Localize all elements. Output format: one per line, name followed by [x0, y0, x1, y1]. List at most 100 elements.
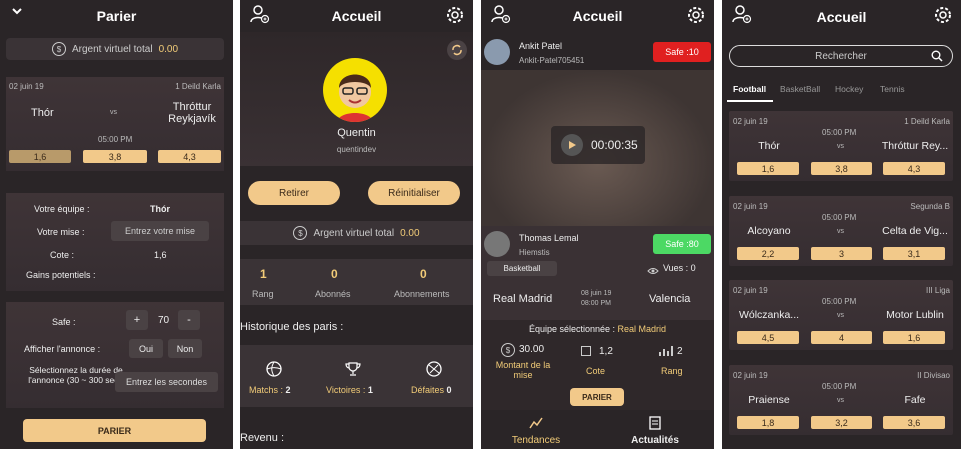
tab-trends[interactable]: Tendances [501, 416, 571, 446]
gear-icon[interactable] [933, 5, 953, 28]
vs-label: vs [110, 109, 117, 116]
away-team: Thróttur Rey... [881, 140, 949, 152]
match-card[interactable]: 02 juin 19 II Divisao 05:00 PM Praiense vs Fa… [729, 365, 953, 435]
match-card[interactable]: 02 juin 19 Segunda B 05:00 PM Alcoyano vs Cel… [729, 196, 953, 266]
add-user-icon[interactable] [250, 4, 270, 27]
odds-home-button[interactable]: 1,6 [737, 162, 799, 175]
match-row: Real Madrid 08 juin 19 08:00 PM Valencia [481, 286, 714, 316]
rank-label: Rang [252, 289, 274, 299]
match-card[interactable]: 02 juin 19 III Liga 05:00 PM Wólczanka... vs… [729, 280, 953, 350]
bet-post-card: Basketball Vues : 0 Real Madrid 08 juin … [481, 260, 714, 410]
match-time: 05:00 PM [822, 128, 857, 137]
tab-hockey[interactable]: Hockey [835, 84, 863, 94]
odds-draw-button[interactable]: 3,2 [811, 416, 872, 429]
odds-label: Cote [586, 366, 606, 376]
home-team: Thór [758, 140, 780, 152]
search-input[interactable]: Rechercher [729, 45, 953, 67]
match-card[interactable]: 02 juin 19 1 Deild Karla Thór vs Thróttu… [6, 77, 224, 171]
withdraw-button[interactable]: Retirer [248, 181, 340, 205]
tab-tennis[interactable]: Tennis [880, 84, 905, 94]
rank-value: 1 [260, 267, 267, 281]
search-placeholder: Rechercher [815, 50, 867, 62]
refresh-icon[interactable] [447, 40, 467, 60]
header: Parier [0, 0, 233, 32]
gear-icon[interactable] [445, 5, 465, 28]
history-title: Historique des paris : [240, 321, 344, 333]
vs-label: vs [837, 397, 844, 404]
coin-icon: $ [51, 42, 66, 56]
wins-value: 1 [367, 385, 373, 395]
match-date: 02 juin 19 [733, 371, 768, 380]
post-author: Ankit Patel [519, 41, 563, 51]
avatar[interactable] [484, 231, 510, 257]
odds-home-button[interactable]: 4,5 [737, 331, 799, 344]
odds-draw-button[interactable]: 4 [811, 331, 872, 344]
odds-home-button[interactable]: 1,8 [737, 416, 799, 429]
odds-draw-button[interactable]: 3 [811, 247, 872, 260]
views-count: Vues : 0 [663, 263, 696, 273]
balance-bar: $ Argent virtuel total 0.00 [6, 38, 224, 60]
odds-home-button[interactable]: 1,6 [9, 150, 71, 163]
odds-draw-button[interactable]: 3,8 [83, 150, 147, 163]
add-user-icon[interactable] [491, 4, 511, 27]
video-time: 00:00:35 [591, 138, 638, 152]
odds-home-button[interactable]: 2,2 [737, 247, 799, 260]
avatar[interactable] [484, 39, 510, 65]
match-date: 02 juin 19 [733, 202, 768, 211]
match-card[interactable]: 02 juin 19 1 Deild Karla 05:00 PM Thór vs Thr… [729, 111, 953, 181]
tab-news[interactable]: Actualités [620, 416, 690, 446]
page-title: Accueil [816, 9, 867, 25]
stake-input[interactable]: Entrez votre mise [111, 221, 209, 241]
sport-tabs: Football BasketBall Hockey Tennis [722, 78, 961, 102]
show-announce-label: Afficher l'annonce : [24, 344, 101, 354]
avatar [323, 58, 387, 122]
match-league: Segunda B [910, 202, 950, 211]
play-icon[interactable] [561, 134, 583, 156]
video-player[interactable]: 00:00:35 [481, 70, 714, 226]
odds-away-button[interactable]: 3,1 [883, 247, 945, 260]
odds-label: Cote : [50, 250, 75, 260]
safe-value: 70 [158, 315, 170, 326]
submit-bet-button[interactable]: PARIER [23, 419, 206, 442]
balance-label: Argent virtuel total [71, 43, 153, 55]
bet-button[interactable]: PARIER [570, 388, 624, 406]
odds-away-button[interactable]: 1,6 [883, 331, 945, 344]
announce-form: Safe : + 70 - Afficher l'annonce : Oui N… [6, 302, 224, 408]
search-icon[interactable] [931, 50, 943, 65]
safe-badge: Safe :80 [653, 234, 711, 254]
tab-football[interactable]: Football [733, 84, 766, 94]
tab-news-label: Actualités [631, 435, 679, 446]
add-user-icon[interactable] [732, 4, 752, 27]
chevron-down-icon[interactable] [10, 4, 24, 21]
odds-draw-button[interactable]: 3,8 [811, 162, 872, 175]
odds-away-button[interactable]: 4,3 [883, 162, 945, 175]
team-label: Votre équipe : [34, 204, 90, 214]
home-team: Real Madrid [493, 293, 553, 305]
trophy-icon [345, 361, 361, 382]
tab-basketball[interactable]: BasketBall [780, 84, 820, 94]
profile-username: quentindev [336, 145, 377, 154]
gear-icon[interactable] [686, 5, 706, 28]
odds-value: 1,2 [599, 346, 613, 357]
safe-label: Safe : [52, 317, 76, 327]
yes-button[interactable]: Oui [129, 339, 163, 358]
header: Accueil [722, 0, 961, 34]
match-time: 05:00 PM [98, 135, 133, 144]
duration-input[interactable]: Entrez les secondes [115, 372, 218, 392]
selected-team-row: Équipe sélectionnée : Real Madrid [481, 324, 714, 334]
safe-minus-button[interactable]: - [178, 310, 200, 330]
bet-form: Votre équipe : Thór Votre mise : Entrez … [6, 193, 224, 291]
duration-label: Sélectionnez la durée de l'annonce (30 ~… [28, 365, 124, 385]
odds-away-button[interactable]: 3,6 [883, 416, 945, 429]
safe-plus-button[interactable]: + [126, 310, 148, 330]
reset-button[interactable]: Réinitialiser [368, 181, 460, 205]
safe-badge: Safe :10 [653, 42, 711, 62]
matches-label: Matchs : [249, 385, 284, 395]
following-label: Abonnements [394, 289, 450, 299]
eye-icon [647, 263, 659, 281]
vs-label: vs [837, 143, 844, 150]
odds-away-button[interactable]: 4,3 [158, 150, 221, 163]
stake-label: Votre mise : [37, 227, 85, 237]
page-title: Parier [96, 8, 137, 24]
no-button[interactable]: Non [168, 339, 202, 358]
